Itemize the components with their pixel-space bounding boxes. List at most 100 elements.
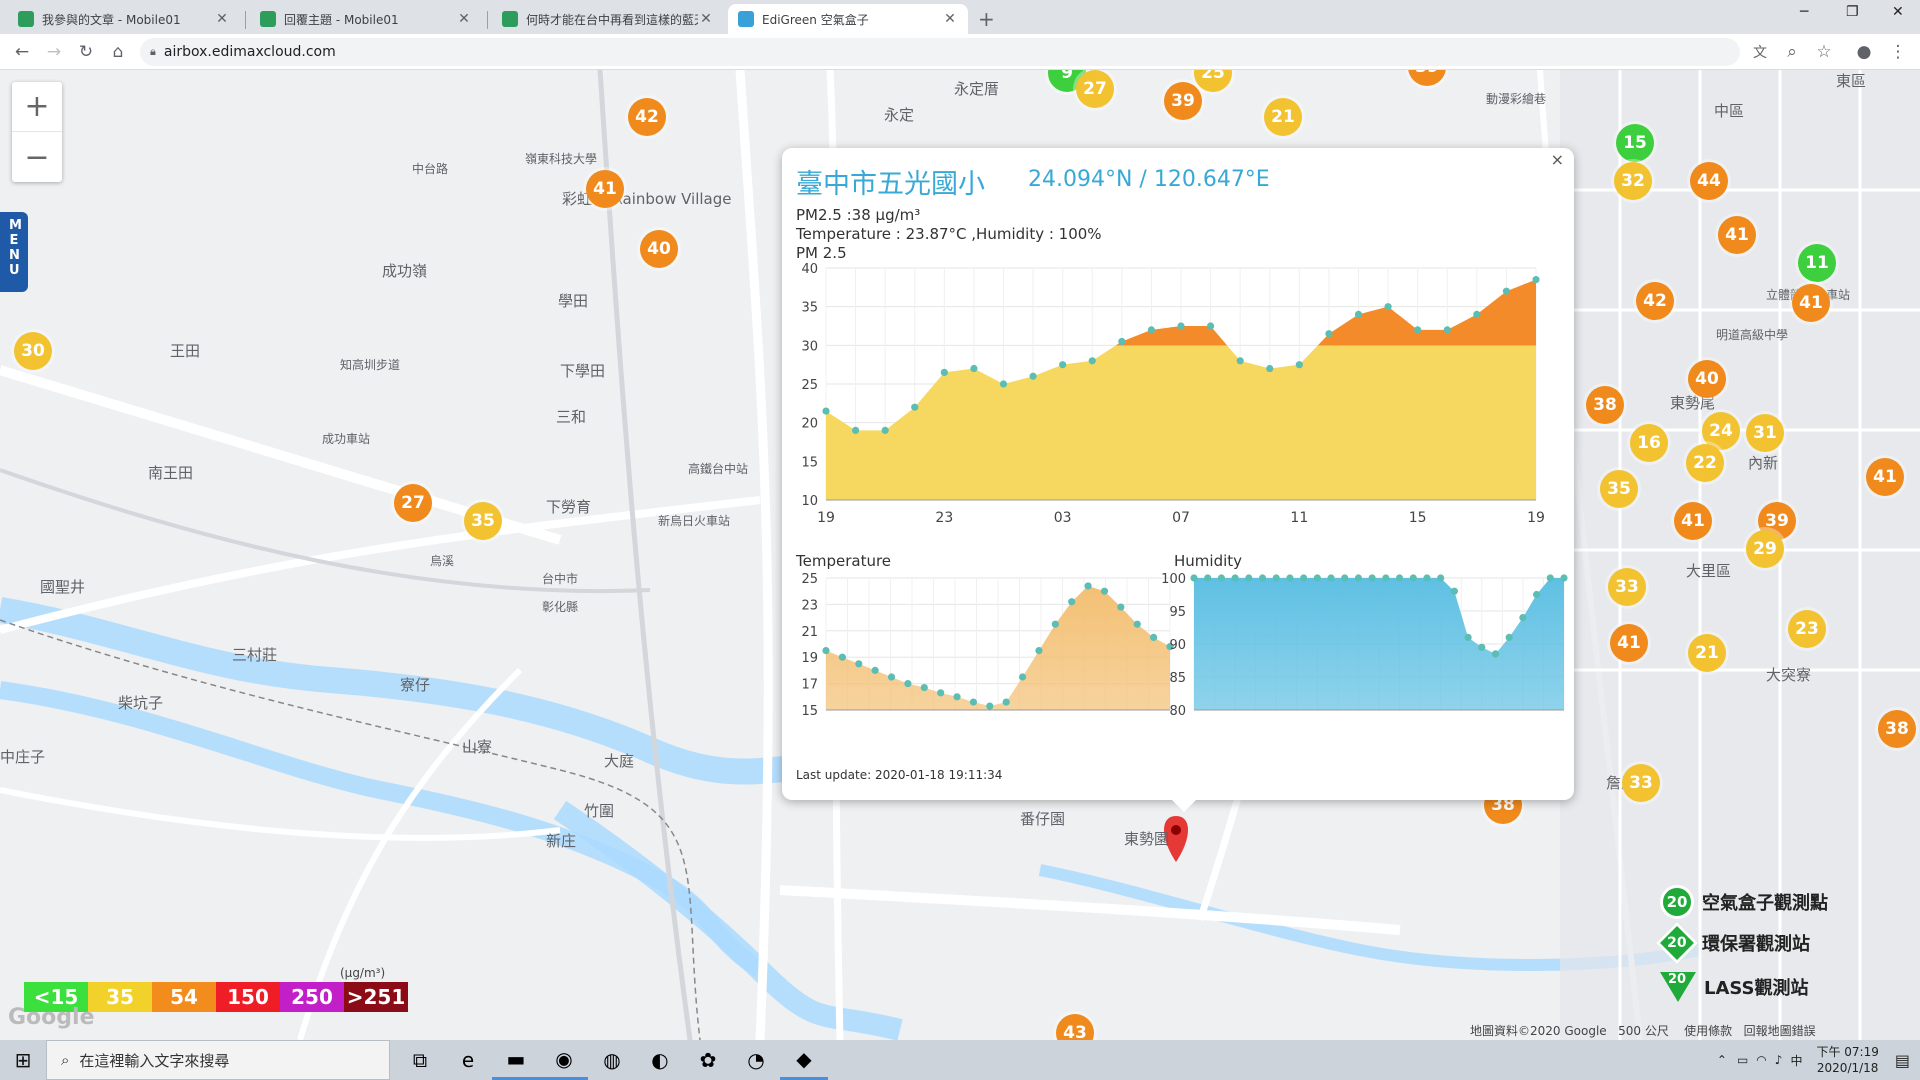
reload-icon[interactable]: ↻ [74, 40, 98, 64]
place-label: 三村莊 [232, 646, 278, 664]
airbox-marker[interactable]: 42 [1636, 282, 1674, 320]
airbox-marker[interactable]: 41 [586, 170, 624, 208]
close-tab-icon[interactable]: ✕ [214, 11, 230, 27]
airbox-marker[interactable]: 41 [1792, 284, 1830, 322]
airbox-marker[interactable]: 40 [640, 230, 678, 268]
airbox-marker[interactable]: 42 [628, 98, 666, 136]
airbox-marker[interactable]: 38 [1878, 710, 1916, 748]
bookmark-star-icon[interactable]: ☆ [1812, 40, 1836, 64]
airbox-marker[interactable]: 27 [1076, 70, 1114, 108]
close-popup-button[interactable]: × [1551, 150, 1564, 169]
place-label: 下勞育 [546, 498, 592, 516]
airbox-marker[interactable]: 41 [1674, 502, 1712, 540]
place-label: 成功嶺 [382, 262, 428, 280]
y-tick-label: 15 [801, 455, 818, 470]
airbox-marker[interactable]: 40 [1688, 360, 1726, 398]
epa-station-icon: 20 [1655, 921, 1699, 965]
terms-link[interactable]: 使用條款 [1684, 1024, 1732, 1038]
volume-icon[interactable]: ♪ [1775, 1053, 1783, 1067]
tab-mobile01-bluesky[interactable]: 何時才能在台中再看到這樣的藍天 ✕ [492, 4, 724, 34]
data-point [1423, 574, 1431, 582]
zoom-in-button[interactable]: + [12, 82, 62, 132]
notifications-icon[interactable]: ▤ [1895, 1051, 1910, 1070]
battery-icon[interactable]: ▭ [1737, 1053, 1748, 1067]
airbox-marker[interactable]: 41 [1718, 216, 1756, 254]
airbox-marker[interactable]: 22 [1686, 444, 1724, 482]
y-tick-label: 30 [801, 339, 818, 354]
forward-icon[interactable]: → [42, 40, 66, 64]
y-tick-label: 35 [801, 301, 818, 316]
y-tick-label: 21 [801, 625, 818, 640]
data-point [1300, 574, 1308, 582]
chrome-icon[interactable]: ◉ [540, 1040, 588, 1080]
airbox-marker[interactable]: 32 [1614, 162, 1652, 200]
data-point [1341, 574, 1349, 582]
tab-mobile01-reply[interactable]: 回覆主題 - Mobile01 ✕ [250, 4, 482, 34]
airbox-marker[interactable]: 15 [1616, 124, 1654, 162]
airbox-marker[interactable]: 31 [1746, 414, 1784, 452]
taskbar-apps: ⧉ e ▬ ◉ ◍ ◐ ✿ ◔ ◆ [396, 1040, 828, 1080]
task-view-icon[interactable]: ⧉ [396, 1040, 444, 1080]
media-app-icon[interactable]: ◍ [588, 1040, 636, 1080]
home-icon[interactable]: ⌂ [106, 40, 130, 64]
data-point [1088, 357, 1096, 365]
x-tick-label: 03 [1054, 510, 1072, 526]
legend-lass-station: 20 LASS觀測站 [1660, 972, 1809, 1002]
airbox-marker[interactable]: 30 [14, 332, 52, 370]
taskbar-search-input[interactable]: ⌕ 在這裡輸入文字來搜尋 [46, 1040, 390, 1080]
app-icon-6[interactable]: ✿ [684, 1040, 732, 1080]
tab-edigreen[interactable]: EdiGreen 空氣盒子 ✕ [728, 4, 968, 34]
zoom-icon[interactable]: ⌕ [1780, 40, 1804, 64]
airbox-marker[interactable]: 38 [1586, 386, 1624, 424]
show-hidden-icons-icon[interactable]: ⌃ [1717, 1053, 1727, 1067]
profile-icon[interactable]: ● [1852, 40, 1876, 64]
url-text: airbox.edimaxcloud.com [163, 44, 336, 60]
airbox-marker[interactable]: 33 [1622, 764, 1660, 802]
tab-mobile01-articles[interactable]: 我參與的文章 - Mobile01 ✕ [8, 4, 240, 34]
zoom-out-button[interactable]: − [12, 132, 62, 182]
new-tab-button[interactable]: + [978, 7, 995, 31]
address-bar[interactable]: 🔒︎ airbox.edimaxcloud.com [140, 38, 1740, 66]
legend-label: 空氣盒子觀測點 [1702, 893, 1828, 914]
report-map-error-link[interactable]: 回報地圖錯誤 [1744, 1024, 1816, 1038]
translate-icon[interactable]: 文 [1748, 40, 1772, 64]
close-window-icon[interactable]: ✕ [1892, 4, 1904, 20]
blender-icon[interactable]: ◔ [732, 1040, 780, 1080]
airbox-marker[interactable]: 11 [1798, 244, 1836, 282]
minimize-icon[interactable]: ─ [1800, 4, 1808, 20]
taskbar-clock[interactable]: 下午 07:19 2020/1/18 [1816, 1044, 1878, 1076]
network-icon[interactable]: ◠ [1756, 1053, 1766, 1067]
airbox-marker[interactable]: 29 [1746, 530, 1784, 568]
more-menu-icon[interactable]: ⋮ [1886, 40, 1910, 64]
restore-icon[interactable]: ❐ [1846, 4, 1859, 20]
airbox-marker[interactable]: 16 [1630, 424, 1668, 462]
airbox-marker[interactable]: 33 [1608, 568, 1646, 606]
close-tab-icon[interactable]: ✕ [456, 11, 472, 27]
airbox-marker[interactable]: 35 [464, 502, 502, 540]
y-tick-label: 100 [1161, 572, 1186, 587]
airbox-marker[interactable]: 41 [1610, 624, 1648, 662]
y-tick-label: 17 [801, 678, 818, 693]
close-tab-icon[interactable]: ✕ [698, 11, 714, 27]
data-point [871, 666, 879, 674]
back-icon[interactable]: ← [10, 40, 34, 64]
airbox-marker[interactable]: 23 [1788, 610, 1826, 648]
airbox-marker[interactable]: 39 [1164, 82, 1202, 120]
app-icon-5[interactable]: ◐ [636, 1040, 684, 1080]
windows-start-icon[interactable]: ⊞ [0, 1040, 46, 1080]
system-tray: ⌃ ▭ ◠ ♪ 中 下午 07:19 2020/1/18 ▤ [1717, 1040, 1910, 1080]
airbox-marker[interactable]: 41 [1866, 458, 1904, 496]
airbox-marker[interactable]: 35 [1600, 470, 1638, 508]
airbox-marker[interactable]: 21 [1688, 634, 1726, 672]
ime-indicator[interactable]: 中 [1790, 1052, 1802, 1069]
airbox-marker[interactable]: 44 [1690, 162, 1728, 200]
file-explorer-icon[interactable]: ▬ [492, 1040, 540, 1080]
edge-icon[interactable]: e [444, 1040, 492, 1080]
airbox-marker[interactable]: 27 [394, 484, 432, 522]
close-tab-icon[interactable]: ✕ [942, 11, 958, 27]
app-icon-8[interactable]: ◆ [780, 1040, 828, 1080]
menu-toggle-button[interactable]: MENU [0, 212, 28, 292]
place-label: 南王田 [148, 464, 194, 482]
airbox-marker[interactable]: 21 [1264, 98, 1302, 136]
place-label: 內新 [1748, 454, 1779, 472]
